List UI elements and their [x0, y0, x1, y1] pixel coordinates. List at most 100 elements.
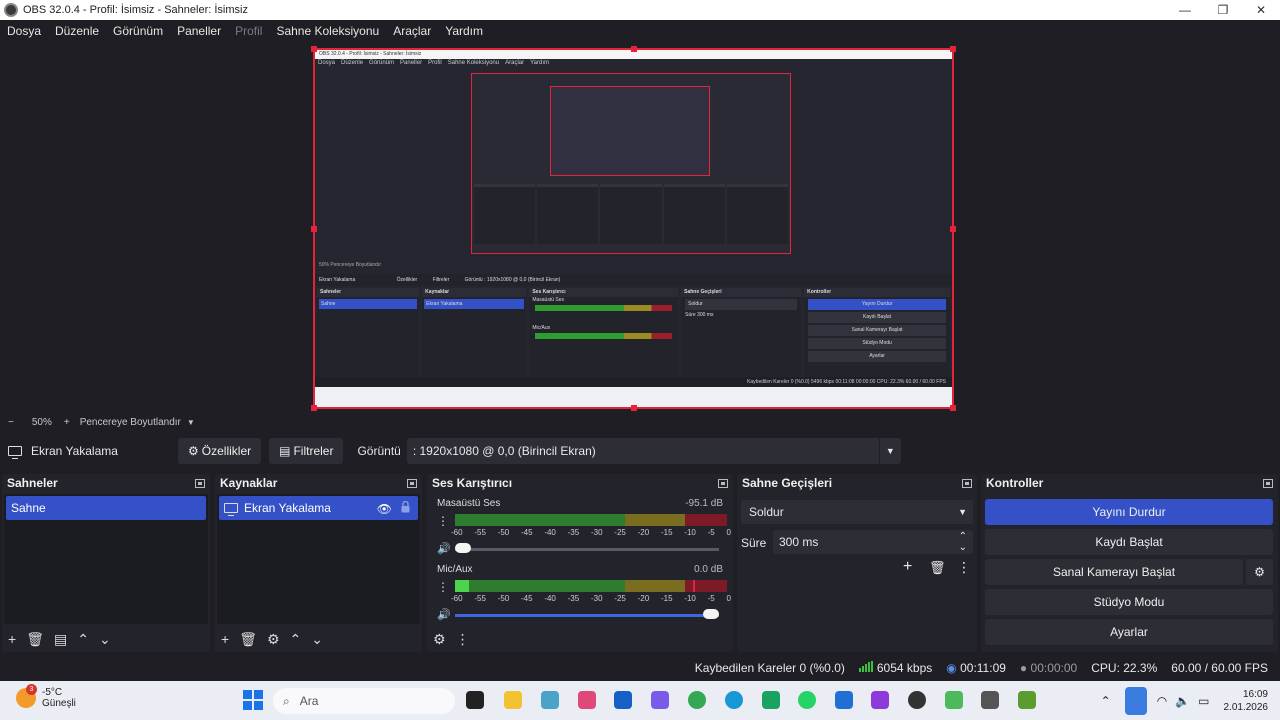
- app-icon[interactable]: [541, 691, 559, 709]
- plus-icon[interactable]: +: [221, 631, 229, 647]
- windows-start-icon[interactable]: [243, 690, 263, 710]
- undock-icon[interactable]: [962, 478, 972, 488]
- resize-handle[interactable]: [311, 226, 317, 232]
- kebab-menu-icon[interactable]: ⋮: [456, 631, 470, 648]
- volume-slider-knob[interactable]: [703, 609, 719, 619]
- chevron-up-icon[interactable]: ⌃: [290, 631, 302, 648]
- kebab-menu-icon[interactable]: ⋮: [437, 514, 449, 528]
- wifi-icon[interactable]: ◠: [1157, 694, 1167, 708]
- display-select[interactable]: : 1920x1080 @ 0,0 (Birincil Ekran) ▼: [406, 438, 901, 464]
- zoom-in-button[interactable]: +: [64, 417, 70, 428]
- menu-scene-collection[interactable]: Sahne Koleksiyonu: [269, 24, 386, 38]
- volume-slider-knob[interactable]: [455, 543, 471, 553]
- resize-handle[interactable]: [950, 226, 956, 232]
- transitions-title: Sahne Geçişleri: [742, 476, 833, 490]
- virtual-camera-settings-button[interactable]: ⚙: [1246, 559, 1273, 585]
- trash-icon[interactable]: 🗑: [26, 631, 44, 648]
- tick: -55: [474, 528, 486, 537]
- plus-icon[interactable]: +: [8, 631, 16, 647]
- filter-icon[interactable]: ▤: [54, 631, 67, 648]
- preview-canvas[interactable]: OBS 32.0.4 - Profil: İsimsiz - Sahneler:…: [311, 46, 956, 411]
- battery-icon[interactable]: ▭: [1198, 694, 1209, 708]
- app-icon[interactable]: [981, 691, 999, 709]
- chevron-up-icon[interactable]: ⌃: [77, 631, 89, 648]
- resize-handle[interactable]: [631, 405, 637, 411]
- trash-icon[interactable]: 🗑: [929, 560, 946, 576]
- app-icon[interactable]: [578, 691, 596, 709]
- resize-handle[interactable]: [950, 405, 956, 411]
- speaker-icon[interactable]: 🔈: [1175, 694, 1190, 708]
- resize-handle[interactable]: [311, 405, 317, 411]
- minimize-button[interactable]: —: [1166, 0, 1204, 20]
- speaker-icon[interactable]: 🔊: [437, 608, 451, 621]
- transition-select[interactable]: Soldur ▼: [741, 500, 973, 524]
- nested-source-toolbar: Ekran Yakalama Özellikler Filtreler Görü…: [315, 274, 952, 286]
- speaker-icon[interactable]: 🔊: [437, 542, 451, 555]
- trash-icon[interactable]: 🗑: [239, 631, 257, 648]
- channel-name: Mic/Aux: [437, 564, 473, 575]
- scene-item[interactable]: Sahne: [6, 496, 206, 520]
- eye-icon[interactable]: 👁: [377, 502, 392, 516]
- resize-handle[interactable]: [311, 46, 317, 52]
- menu-help[interactable]: Yardım: [438, 24, 490, 38]
- menu-file[interactable]: Dosya: [0, 24, 48, 38]
- filters-button[interactable]: ▤ Filtreler: [269, 438, 344, 464]
- properties-button[interactable]: ⚙ Özellikler: [178, 438, 262, 464]
- copilot-icon[interactable]: [651, 691, 669, 709]
- menu-view[interactable]: Görünüm: [106, 24, 170, 38]
- file-explorer-icon[interactable]: [504, 691, 522, 709]
- kebab-menu-icon[interactable]: ⋮: [957, 559, 971, 576]
- menu-edit[interactable]: Düzenle: [48, 24, 106, 38]
- chevron-down-icon[interactable]: ⌄: [959, 536, 967, 560]
- undock-icon[interactable]: [407, 478, 417, 488]
- chrome-icon[interactable]: [688, 691, 706, 709]
- studio-mode-button[interactable]: Stüdyo Modu: [985, 589, 1273, 615]
- microphone-icon[interactable]: [1124, 686, 1147, 715]
- chevron-up-icon[interactable]: ⌃: [1101, 694, 1111, 708]
- whatsapp-icon[interactable]: [798, 691, 816, 709]
- volume-slider[interactable]: [455, 543, 719, 553]
- store-icon[interactable]: [614, 691, 632, 709]
- resize-handle[interactable]: [950, 46, 956, 52]
- chevron-down-icon[interactable]: ⌄: [99, 631, 111, 648]
- dropped-frames: Kaybedilen Kareler 0 (%0.0): [694, 661, 845, 675]
- nested-source-item: Ekran Yakalama: [424, 299, 525, 309]
- resize-handle[interactable]: [631, 46, 637, 52]
- preview-area[interactable]: OBS 32.0.4 - Profil: İsimsiz - Sahneler:…: [0, 42, 1280, 412]
- weather-widget[interactable]: 3 -5°C Güneşli: [16, 684, 76, 709]
- undock-icon[interactable]: [195, 478, 205, 488]
- duration-input[interactable]: 300 ms ⌃ ⌄: [773, 530, 973, 554]
- maximize-button[interactable]: ❐: [1204, 0, 1242, 20]
- taskbar-search[interactable]: ⌕ Ara: [273, 688, 455, 714]
- undock-icon[interactable]: [1263, 478, 1273, 488]
- gear-icon[interactable]: ⚙: [267, 631, 280, 648]
- lock-icon[interactable]: [401, 501, 410, 513]
- chevron-down-icon[interactable]: ⌄: [311, 631, 323, 648]
- kebab-menu-icon[interactable]: ⋮: [437, 580, 449, 594]
- plus-icon[interactable]: +: [903, 558, 912, 576]
- stop-streaming-button[interactable]: Yayını Durdur: [985, 499, 1273, 525]
- obs-taskbar-icon[interactable]: [908, 691, 926, 709]
- outlook-icon[interactable]: [835, 691, 853, 709]
- edge-icon[interactable]: [725, 691, 743, 709]
- menu-tools[interactable]: Araçlar: [386, 24, 438, 38]
- fit-to-window[interactable]: Pencereye Boyutlandır: [80, 417, 181, 428]
- source-item[interactable]: Ekran Yakalama 👁: [219, 496, 418, 520]
- start-virtual-camera-button[interactable]: Sanal Kamerayı Başlat: [985, 559, 1243, 585]
- start-recording-button[interactable]: Kaydı Başlat: [985, 529, 1273, 555]
- task-view-icon[interactable]: [466, 691, 484, 709]
- zoom-out-button[interactable]: −: [8, 417, 14, 428]
- undock-icon[interactable]: [718, 478, 728, 488]
- app-icon[interactable]: [871, 691, 889, 709]
- volume-slider[interactable]: [455, 609, 719, 619]
- advanced-audio-icon[interactable]: ⚙: [433, 631, 446, 648]
- menu-profile[interactable]: Profil: [228, 24, 269, 38]
- close-button[interactable]: ✕: [1242, 0, 1280, 20]
- app-icon[interactable]: [945, 691, 963, 709]
- clock[interactable]: 16:09 2.01.2026: [1224, 688, 1269, 714]
- app-icon[interactable]: [762, 691, 780, 709]
- chevron-down-icon[interactable]: ▼: [187, 418, 195, 427]
- menu-docks[interactable]: Paneller: [170, 24, 228, 38]
- minecraft-icon[interactable]: [1018, 691, 1036, 709]
- settings-button[interactable]: Ayarlar: [985, 619, 1273, 645]
